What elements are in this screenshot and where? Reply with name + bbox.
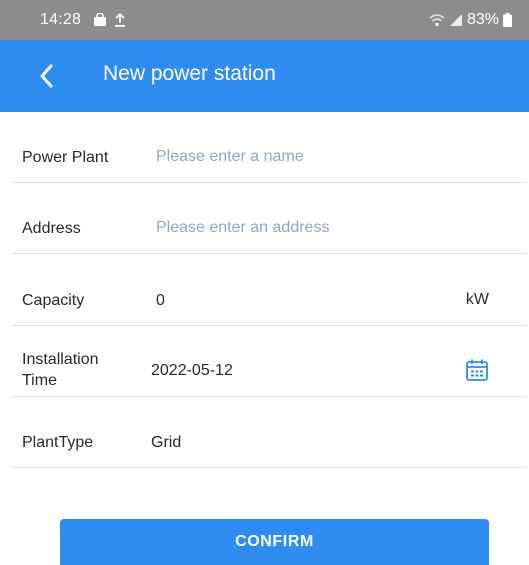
capacity-input[interactable]: 0 xyxy=(156,291,165,311)
battery-icon xyxy=(503,13,512,27)
signal-icon xyxy=(449,14,462,26)
capacity-row: Capacity 0 kW xyxy=(12,254,527,326)
power-plant-row: Power Plant xyxy=(12,112,527,183)
calendar-icon[interactable] xyxy=(465,358,489,382)
status-right: 83% xyxy=(429,10,512,30)
chevron-left-icon xyxy=(40,64,53,88)
battery-percent: 83% xyxy=(466,11,499,28)
power-plant-label: Power Plant xyxy=(22,149,109,166)
status-time: 14:28 xyxy=(40,11,82,28)
installation-time-label-line1: Installation xyxy=(22,351,99,368)
power-plant-name-input[interactable] xyxy=(156,147,476,167)
capacity-label: Capacity xyxy=(22,292,85,309)
plant-type-label: PlantType xyxy=(22,434,94,451)
wifi-icon xyxy=(429,14,445,27)
notification-icons xyxy=(93,10,126,30)
upload-icon xyxy=(115,13,125,27)
address-row: Address xyxy=(12,183,527,254)
status-bar: 14:28 83% xyxy=(0,0,529,40)
installation-time-value[interactable]: 2022-05-12 xyxy=(151,361,233,381)
installation-time-label-line2: Time xyxy=(22,372,57,389)
address-label: Address xyxy=(22,220,81,237)
plant-type-row: PlantType Grid xyxy=(12,397,527,468)
capacity-unit: kW xyxy=(465,291,489,308)
installation-time-row: Installation Time 2022-05-12 xyxy=(12,326,527,397)
address-input[interactable] xyxy=(156,218,476,238)
app-bar: New power station xyxy=(0,40,529,112)
bag-icon xyxy=(94,13,106,26)
plant-type-select[interactable]: Grid xyxy=(151,433,181,453)
confirm-button[interactable]: CONFIRM xyxy=(60,519,489,565)
page-title: New power station xyxy=(103,62,276,85)
back-button[interactable] xyxy=(28,58,64,94)
